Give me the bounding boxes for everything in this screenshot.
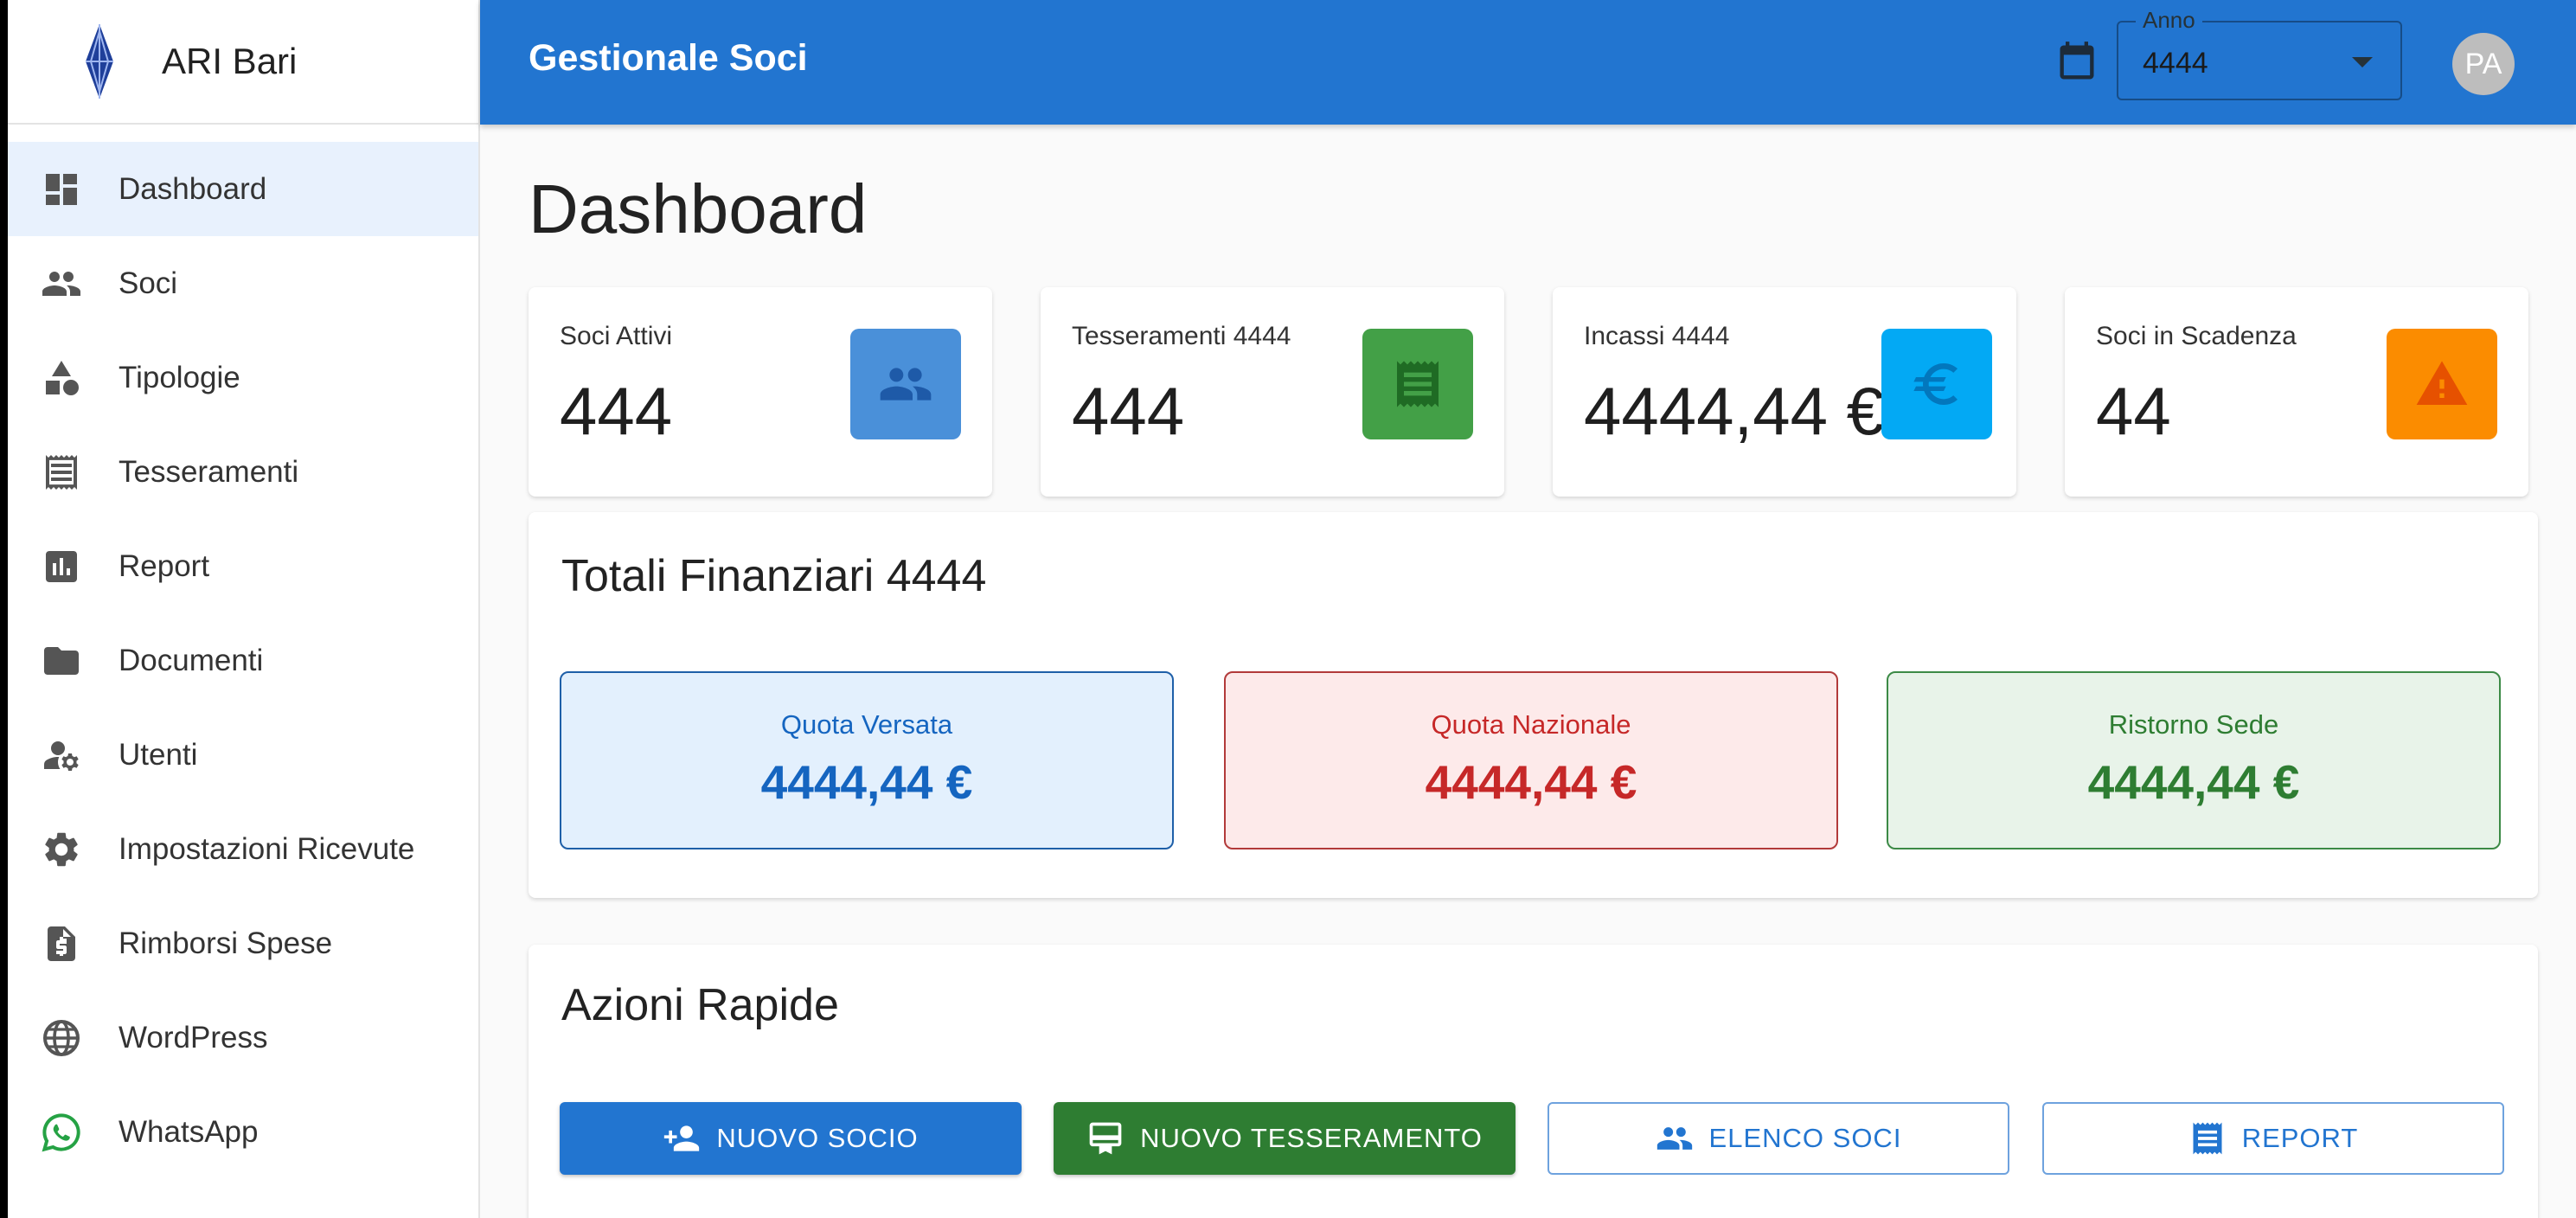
- sidebar-item-utenti[interactable]: Utenti: [8, 708, 478, 802]
- fin-value: 4444,44 €: [760, 755, 973, 809]
- fin-value: 4444,44 €: [1425, 755, 1637, 809]
- brand[interactable]: ARI Bari: [8, 0, 478, 125]
- whatsapp-icon: [41, 1112, 82, 1153]
- sidebar-item-dashboard[interactable]: Dashboard: [8, 142, 478, 236]
- stat-value: 444: [560, 373, 673, 449]
- stat-value: 4444,44 €: [1584, 373, 1885, 449]
- app-window: ARI Bari Dashboard Soci Tipologie Tesser…: [8, 0, 2576, 1218]
- new-membership-button[interactable]: NUOVO TESSERAMENTO: [1054, 1102, 1515, 1175]
- report-button[interactable]: REPORT: [2042, 1102, 2504, 1175]
- sidebar-item-tipologie[interactable]: Tipologie: [8, 330, 478, 425]
- calendar-icon: [2060, 42, 2094, 80]
- globe-icon: [41, 1017, 82, 1059]
- panel-title: Totali Finanziari 4444: [561, 551, 987, 601]
- receipt-icon: [41, 452, 82, 493]
- manage-accounts-icon: [41, 734, 82, 776]
- button-label: REPORT: [2241, 1123, 2359, 1153]
- page-title: Dashboard: [529, 170, 868, 247]
- ari-logo-icon: [86, 24, 113, 99]
- person-add-icon: [664, 1125, 700, 1151]
- stat-value: 444: [1072, 373, 1185, 449]
- stat-card-tesseramenti: Tesseramenti 4444 444: [1041, 287, 1504, 497]
- euro-icon: [1881, 329, 1992, 439]
- sidebar-item-label: Documenti: [119, 643, 264, 677]
- receipt-icon: [2193, 1122, 2222, 1155]
- sidebar-item-soci[interactable]: Soci: [8, 236, 478, 330]
- button-label: ELENCO SOCI: [1708, 1123, 1902, 1153]
- gear-icon: [41, 829, 82, 870]
- fin-label: Quota Versata: [780, 709, 953, 740]
- dashboard-icon: [41, 169, 82, 210]
- warning-icon: [2387, 329, 2497, 439]
- sidebar-item-label: Tesseramenti: [119, 454, 299, 489]
- fin-value: 4444,44 €: [2087, 755, 2300, 809]
- people-icon: [1656, 1127, 1692, 1150]
- stat-card-soci-in-scadenza: Soci in Scadenza 44: [2065, 287, 2528, 497]
- sidebar-item-label: Report: [119, 548, 210, 583]
- sidebar-item-tesseramenti[interactable]: Tesseramenti: [8, 425, 478, 519]
- sidebar-item-label: Impostazioni Ricevute: [119, 831, 415, 866]
- fin-box-quota-versata: Quota Versata 4444,44 €: [560, 671, 1174, 849]
- stat-label: Incassi 4444: [1584, 322, 1730, 350]
- fin-box-ristorno-sede: Ristorno Sede 4444,44 €: [1887, 671, 2501, 849]
- panel-title: Azioni Rapide: [561, 980, 839, 1030]
- sidebar-item-report[interactable]: Report: [8, 519, 478, 613]
- year-select[interactable]: Anno 4444: [2117, 7, 2402, 100]
- sidebar-item-label: WhatsApp: [119, 1114, 259, 1149]
- button-label: NUOVO SOCIO: [716, 1123, 919, 1153]
- sidebar-item-label: Tipologie: [119, 360, 240, 394]
- stat-card-soci-attivi: Soci Attivi 444: [529, 287, 992, 497]
- brand-name: ARI Bari: [162, 41, 298, 81]
- sidebar-item-label: Soci: [119, 266, 178, 300]
- year-select-value: 4444: [2143, 47, 2208, 80]
- fin-label: Quota Nazionale: [1431, 709, 1631, 740]
- sidebar-item-impostazioni-ricevute[interactable]: Impostazioni Ricevute: [8, 802, 478, 896]
- year-select-label: Anno: [2136, 7, 2202, 34]
- fin-box-quota-nazionale: Quota Nazionale 4444,44 €: [1224, 671, 1838, 849]
- stat-value: 44: [2096, 373, 2171, 449]
- stat-label: Soci in Scadenza: [2096, 322, 2297, 350]
- app-title: Gestionale Soci: [529, 37, 808, 79]
- financial-totals-panel: Totali Finanziari 4444 Quota Versata 444…: [529, 512, 2538, 898]
- stat-label: Tesseramenti 4444: [1072, 322, 1291, 350]
- folder-icon: [41, 640, 82, 682]
- receipt-icon: [1362, 329, 1473, 439]
- quick-actions-panel: Azioni Rapide NUOVO SOCIO NUOVO TESSERAM…: [529, 945, 2538, 1218]
- request-quote-icon: [41, 923, 82, 965]
- stat-label: Soci Attivi: [560, 322, 673, 350]
- sidebar-item-whatsapp[interactable]: WhatsApp: [8, 1085, 478, 1179]
- fin-label: Ristorno Sede: [2108, 709, 2279, 740]
- category-icon: [41, 357, 82, 399]
- member-list-button[interactable]: ELENCO SOCI: [1548, 1102, 2009, 1175]
- user-avatar[interactable]: PA: [2452, 33, 2515, 95]
- bar-chart-icon: [41, 546, 82, 587]
- stat-card-incassi: Incassi 4444 4444,44 €: [1553, 287, 2016, 497]
- button-label: NUOVO TESSERAMENTO: [1140, 1123, 1483, 1153]
- sidebar-item-documenti[interactable]: Documenti: [8, 613, 478, 708]
- people-icon: [41, 263, 82, 304]
- sidebar-item-label: Rimborsi Spese: [119, 926, 333, 960]
- top-app-bar: Gestionale Soci Anno 4444 PA: [480, 0, 2576, 125]
- sidebar-nav: Dashboard Soci Tipologie Tesseramenti Re…: [8, 142, 478, 1179]
- caret-down-icon: [2352, 57, 2373, 67]
- sidebar: ARI Bari Dashboard Soci Tipologie Tesser…: [8, 0, 480, 1218]
- sidebar-item-label: Dashboard: [119, 171, 267, 206]
- sidebar-item-wordpress[interactable]: WordPress: [8, 990, 478, 1085]
- people-icon: [850, 329, 961, 439]
- new-member-button[interactable]: NUOVO SOCIO: [560, 1102, 1022, 1175]
- sidebar-item-label: WordPress: [119, 1020, 268, 1055]
- sidebar-item-rimborsi-spese[interactable]: Rimborsi Spese: [8, 896, 478, 990]
- sidebar-item-label: Utenti: [119, 737, 198, 772]
- card-membership-icon: [1089, 1122, 1122, 1155]
